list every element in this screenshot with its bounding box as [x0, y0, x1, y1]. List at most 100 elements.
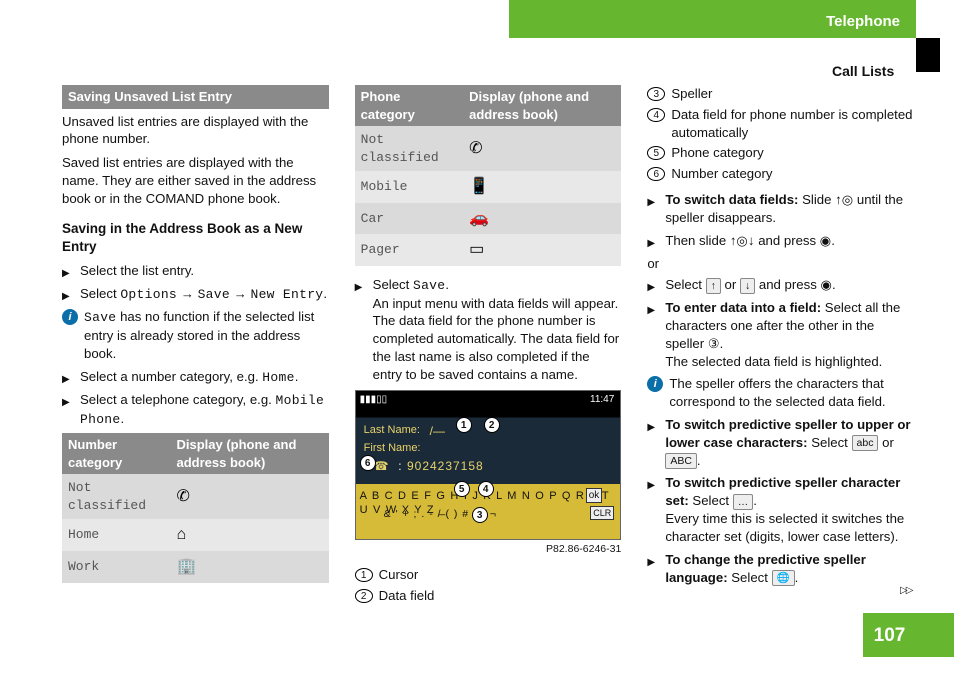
- t: To enter data into a field:: [665, 300, 821, 315]
- table-header: Phone category: [355, 85, 463, 126]
- step-text: To change the predictive speller languag…: [665, 551, 914, 587]
- step: To switch predictive speller to upper or…: [647, 416, 914, 469]
- step-text: Select ↑ or ↓ and press ◉.: [665, 276, 914, 294]
- diag-callout-2: 2: [484, 417, 500, 433]
- cat-label: Pager: [355, 234, 463, 266]
- diag-callout-1: 1: [456, 417, 472, 433]
- step-icon: [355, 276, 373, 384]
- callout-item: 2 Data field: [355, 587, 622, 605]
- info-note: The speller offers the characters that c…: [647, 375, 914, 411]
- cat-label: Not classified: [355, 126, 463, 171]
- t: .: [697, 453, 701, 468]
- callout-text: Speller: [671, 85, 712, 103]
- paragraph: Unsaved list entries are displayed with …: [62, 113, 329, 149]
- t: .: [795, 570, 799, 585]
- t: or: [878, 435, 893, 450]
- step-text: Then slide ↑◎↓ and press ◉.: [665, 232, 914, 250]
- ui-label: Save: [413, 278, 445, 293]
- step: To enter data into a field: Select all t…: [647, 299, 914, 370]
- callout-num: 2: [355, 589, 373, 603]
- step: Select Options → Save → New Entry.: [62, 285, 329, 304]
- step: Select ↑ or ↓ and press ◉.: [647, 276, 914, 294]
- phone-category-table: Phone category Display (phone and addres…: [355, 85, 622, 266]
- step: Then slide ↑◎↓ and press ◉.: [647, 232, 914, 250]
- t: .: [753, 493, 757, 508]
- diag-num-text: 9024237158: [407, 459, 484, 473]
- step-text: To switch predictive speller character s…: [665, 474, 914, 545]
- t: Select: [728, 570, 772, 585]
- cat-label: Home: [62, 519, 170, 551]
- step: Select a number category, e.g. Home.: [62, 368, 329, 387]
- page-bleed: [916, 613, 954, 657]
- t: or: [721, 277, 740, 292]
- t: →: [177, 286, 198, 301]
- subheading-saving-new: Saving in the Address Book as a New Entr…: [62, 220, 329, 256]
- diag-callout-3: 3: [472, 507, 488, 523]
- step-icon: [647, 474, 665, 545]
- callout-text: Cursor: [379, 566, 419, 584]
- t: :: [398, 459, 402, 473]
- or-separator: or: [647, 255, 914, 273]
- table-row: Home ⌂: [62, 519, 329, 551]
- info-note: Save has no function if the selected lis…: [62, 308, 329, 362]
- callout-num: 5: [647, 146, 665, 160]
- info-icon: [647, 376, 663, 392]
- cat-icon: ✆: [463, 126, 621, 171]
- diag-phonenum: ☎ : 9024237158: [374, 458, 484, 474]
- step-icon: [647, 416, 665, 469]
- callout-item: 1 Cursor: [355, 566, 622, 584]
- speller-diagram: ▮▮▮▯▯ 11:47 Last Name: /— First Name: ☎ …: [355, 390, 622, 540]
- callout-num: 1: [355, 568, 373, 582]
- step-text: To switch data fields: Slide ↑◎ until th…: [665, 191, 914, 227]
- chapter-title: Telephone: [826, 12, 900, 32]
- chapter-tab: Telephone: [509, 0, 916, 38]
- callout-item: 4 Data field for phone number is complet…: [647, 106, 914, 142]
- callout-item: 6 Number category: [647, 165, 914, 183]
- table-header: Display (phone and address book): [463, 85, 621, 126]
- step-text: Select Options → Save → New Entry.: [80, 285, 329, 304]
- t: .: [295, 369, 299, 384]
- step-icon: [62, 262, 80, 280]
- t: Select: [665, 277, 705, 292]
- step: To switch data fields: Slide ↑◎ until th…: [647, 191, 914, 227]
- callout-num: 6: [647, 167, 665, 181]
- t: Every time this is selected it switches …: [665, 511, 904, 544]
- key-language: 🌐: [772, 570, 795, 586]
- info-text: Save has no function if the selected lis…: [84, 308, 329, 362]
- number-category-table: Number category Display (phone and addre…: [62, 433, 329, 582]
- t: .: [323, 286, 327, 301]
- step: To change the predictive speller languag…: [647, 551, 914, 587]
- callout-item: 3 Speller: [647, 85, 914, 103]
- cat-label: Car: [355, 203, 463, 235]
- step-icon: [647, 551, 665, 587]
- step-icon: [647, 191, 665, 227]
- step-icon: [647, 232, 665, 250]
- table-row: Mobile 📱: [355, 171, 622, 203]
- cat-icon: 🚗: [463, 203, 621, 235]
- body-columns: Saving Unsaved List Entry Unsaved list e…: [62, 85, 914, 605]
- step: Select a telephone category, e.g. Mobile…: [62, 391, 329, 428]
- key-abc-lower: abc: [852, 435, 879, 451]
- step-text: Select a telephone category, e.g. Mobile…: [80, 391, 329, 428]
- ui-label: New Entry: [250, 287, 323, 302]
- key-up: ↑: [706, 278, 721, 294]
- table-row: Not classified ✆: [62, 474, 329, 519]
- diag-callout-5: 5: [454, 481, 470, 497]
- table-row: Not classified ✆: [355, 126, 622, 171]
- ui-label: Home: [262, 370, 294, 385]
- diag-firstname-label: First Name:: [364, 441, 421, 456]
- t: and press: [755, 233, 820, 248]
- t: .: [831, 233, 835, 248]
- section-bar-saving: Saving Unsaved List Entry: [62, 85, 329, 109]
- step-icon: [62, 368, 80, 387]
- step-text: To switch predictive speller to upper or…: [665, 416, 914, 469]
- t: .: [121, 411, 125, 426]
- t: Select a number category, e.g.: [80, 369, 262, 384]
- ui-label: Save: [198, 287, 230, 302]
- cat-label: Mobile: [355, 171, 463, 203]
- cat-icon: 📱: [463, 171, 621, 203]
- section-title: Call Lists: [832, 62, 894, 81]
- callout-text: Data field for phone number is completed…: [671, 106, 914, 142]
- diag-clr-key: CLR: [590, 506, 614, 520]
- diag-signal-icon: ▮▮▮▯▯: [360, 393, 388, 407]
